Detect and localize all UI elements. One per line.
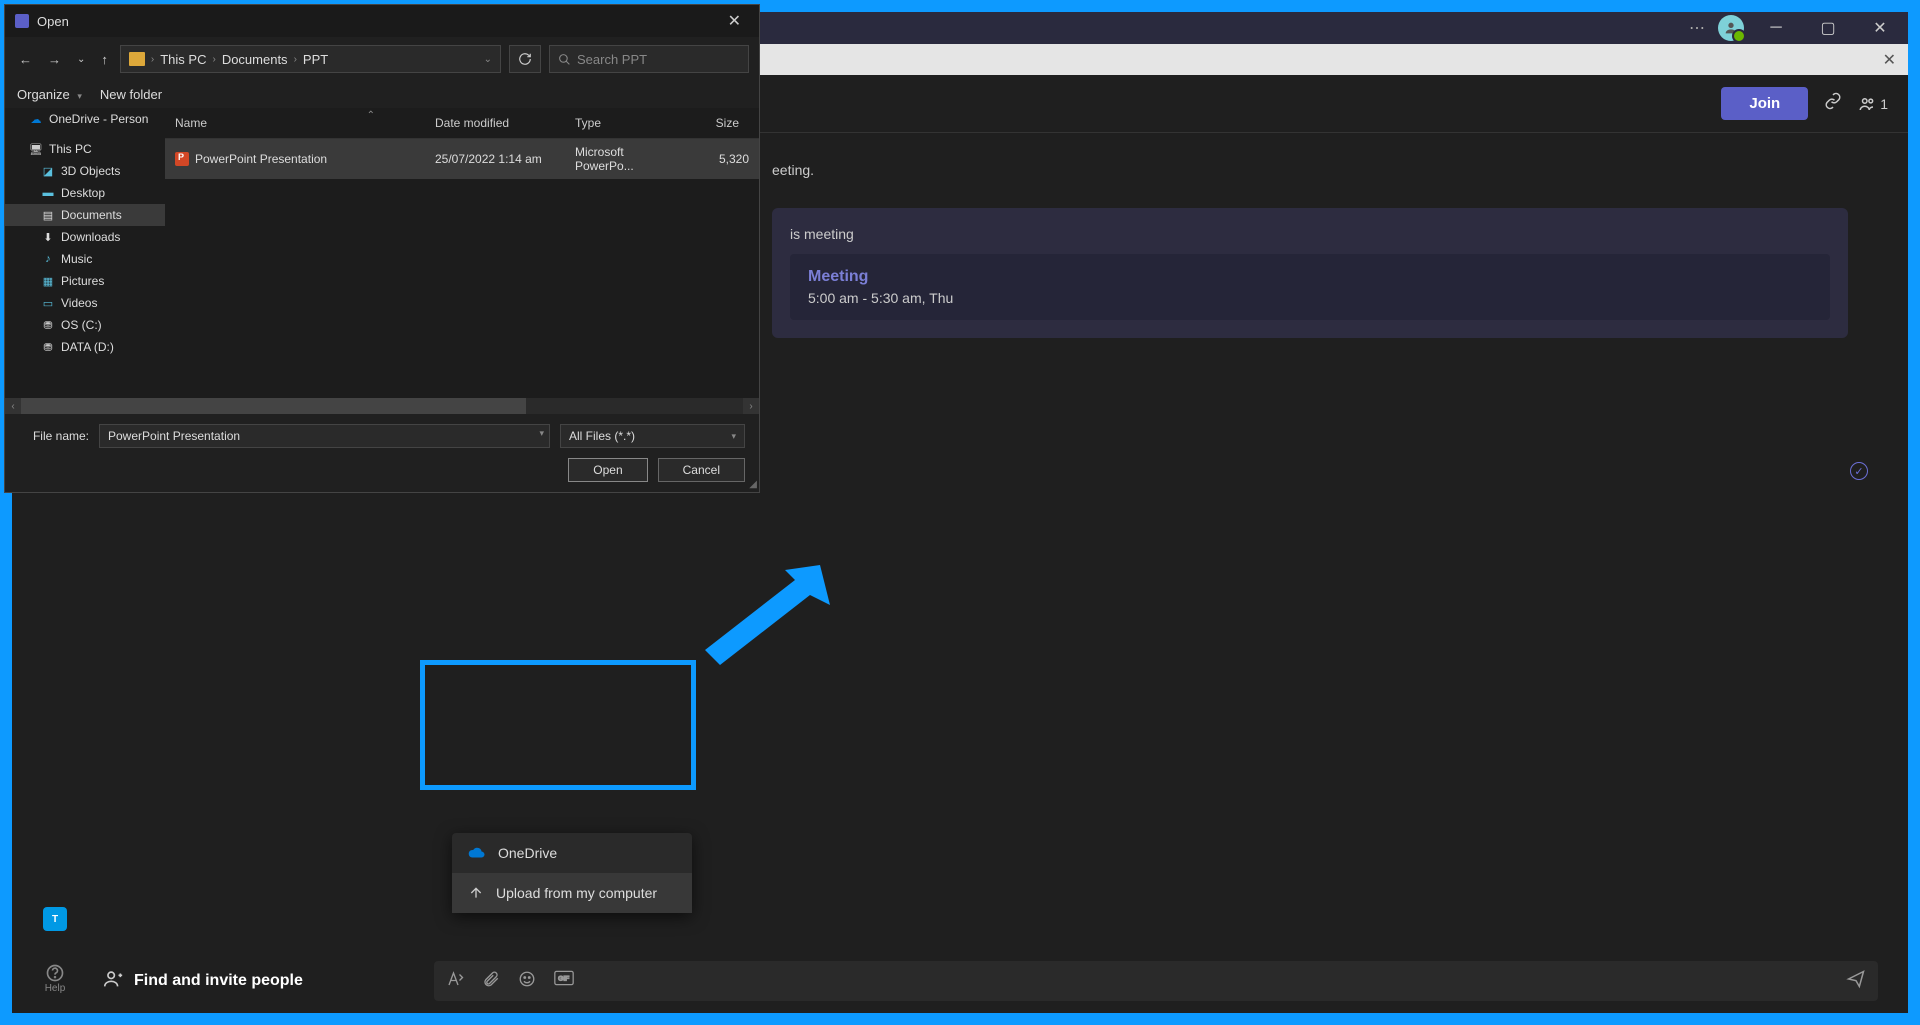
search-box[interactable]: Search PPT — [549, 45, 749, 73]
scroll-thumb[interactable] — [21, 398, 526, 414]
scroll-left-button[interactable]: ‹ — [5, 398, 21, 414]
more-icon[interactable]: ⋯ — [1688, 19, 1706, 37]
sidebar-app-icon[interactable]: T — [30, 895, 80, 945]
emoji-icon[interactable] — [518, 970, 536, 993]
meeting-card-text: is meeting — [790, 226, 1830, 242]
sidebar-help[interactable]: Help — [30, 953, 80, 1003]
user-avatar[interactable] — [1718, 15, 1744, 41]
meeting-card-inner[interactable]: Meeting 5:00 am - 5:30 am, Thu — [790, 254, 1830, 320]
nav-up-button[interactable]: ↑ — [97, 50, 112, 69]
file-list: Name⌃ Date modified Type Size PowerPoint… — [165, 108, 759, 398]
meeting-card: is meeting Meeting 5:00 am - 5:30 am, Th… — [772, 208, 1848, 338]
gif-icon[interactable]: GIF — [554, 970, 574, 993]
tree-downloads[interactable]: ⬇Downloads — [5, 226, 165, 248]
address-bar[interactable]: › This PC › Documents › PPT ⌄ — [120, 45, 501, 73]
dialog-titlebar: Open ✕ — [5, 5, 759, 37]
tree-thispc[interactable]: 🖥This PC — [5, 138, 165, 160]
dialog-close-button[interactable]: ✕ — [720, 11, 749, 31]
teams-left-rail: T Help — [22, 895, 88, 1003]
dialog-title: Open — [37, 14, 69, 29]
cancel-button[interactable]: Cancel — [658, 458, 745, 482]
resize-grip-icon[interactable]: ◢ — [749, 479, 757, 490]
filename-label: File name: — [19, 429, 89, 443]
col-date[interactable]: Date modified — [425, 108, 565, 138]
tree-desktop[interactable]: ▬Desktop — [5, 182, 165, 204]
open-button[interactable]: Open — [568, 458, 647, 482]
tree-drive-d[interactable]: ⛃DATA (D:) — [5, 336, 165, 358]
horizontal-scrollbar[interactable]: ‹ › — [5, 398, 759, 414]
svg-text:GIF: GIF — [558, 975, 569, 982]
tree-drive-c[interactable]: ⛃OS (C:) — [5, 314, 165, 336]
col-size[interactable]: Size — [680, 108, 759, 138]
list-header: Name⌃ Date modified Type Size — [165, 108, 759, 139]
file-open-dialog: Open ✕ ← → ⌄ ↑ › This PC › Documents › P… — [4, 4, 760, 493]
col-type[interactable]: Type — [565, 108, 680, 138]
dialog-toolbar: Organize ▾ New folder — [5, 81, 759, 108]
tree-3dobjects[interactable]: ◪3D Objects — [5, 160, 165, 182]
folder-icon — [129, 52, 145, 66]
maximize-button[interactable]: ▢ — [1808, 14, 1848, 42]
new-folder-button[interactable]: New folder — [100, 87, 162, 102]
invite-people[interactable]: Find and invite people — [102, 968, 422, 995]
filename-input[interactable] — [99, 424, 550, 448]
organize-button[interactable]: Organize ▾ — [17, 87, 82, 102]
link-icon[interactable] — [1824, 92, 1842, 115]
folder-tree: ☁OneDrive - Person 🖥This PC ◪3D Objects … — [5, 108, 165, 398]
compose-area: Find and invite people GIF — [102, 961, 1878, 1001]
tree-pictures[interactable]: ▦Pictures — [5, 270, 165, 292]
sort-indicator-icon: ⌃ — [367, 110, 375, 121]
nav-recent-dropdown[interactable]: ⌄ — [73, 52, 89, 67]
attach-upload-computer[interactable]: Upload from my computer — [452, 873, 692, 913]
tree-onedrive[interactable]: ☁OneDrive - Person — [5, 108, 165, 130]
nav-forward-button[interactable]: → — [44, 50, 65, 69]
file-row[interactable]: PowerPoint Presentation 25/07/2022 1:14 … — [165, 139, 759, 179]
meeting-title: Meeting — [808, 268, 1812, 286]
tree-videos[interactable]: ▭Videos — [5, 292, 165, 314]
dialog-app-icon — [15, 14, 29, 28]
scroll-right-button[interactable]: › — [743, 398, 759, 414]
col-name[interactable]: Name⌃ — [165, 108, 425, 138]
compose-box[interactable]: GIF — [434, 961, 1878, 1001]
upload-icon — [468, 885, 484, 901]
banner-close-icon[interactable]: ✕ — [1883, 50, 1896, 70]
format-icon[interactable] — [446, 970, 464, 993]
people-add-icon — [102, 968, 124, 995]
dialog-body: ☁OneDrive - Person 🖥This PC ◪3D Objects … — [5, 108, 759, 398]
dialog-footer: File name: ▾ All Files (*.*)▾ Open Cance… — [5, 414, 759, 492]
tree-documents[interactable]: ▤Documents — [5, 204, 165, 226]
refresh-button[interactable] — [509, 45, 541, 73]
close-window-button[interactable]: ✕ — [1860, 14, 1900, 42]
attach-onedrive[interactable]: OneDrive — [452, 833, 692, 873]
tree-music[interactable]: ♪Music — [5, 248, 165, 270]
minimize-button[interactable]: ─ — [1756, 14, 1796, 42]
onedrive-icon — [468, 847, 486, 859]
send-icon[interactable] — [1846, 969, 1866, 994]
nav-back-button[interactable]: ← — [15, 50, 36, 69]
join-button[interactable]: Join — [1721, 87, 1808, 120]
meeting-time: 5:00 am - 5:30 am, Thu — [808, 290, 1812, 306]
filetype-select[interactable]: All Files (*.*)▾ — [560, 424, 745, 448]
filename-dropdown-icon[interactable]: ▾ — [539, 428, 544, 439]
participants-count[interactable]: 1 — [1858, 95, 1888, 113]
powerpoint-file-icon — [175, 152, 189, 166]
path-dropdown-icon[interactable]: ⌄ — [484, 54, 492, 65]
search-icon — [558, 53, 571, 66]
attach-icon[interactable] — [482, 970, 500, 993]
attach-menu: OneDrive Upload from my computer — [452, 833, 692, 913]
checkmark-icon: ✓ — [1850, 462, 1868, 480]
dialog-nav: ← → ⌄ ↑ › This PC › Documents › PPT ⌄ Se… — [5, 37, 759, 81]
